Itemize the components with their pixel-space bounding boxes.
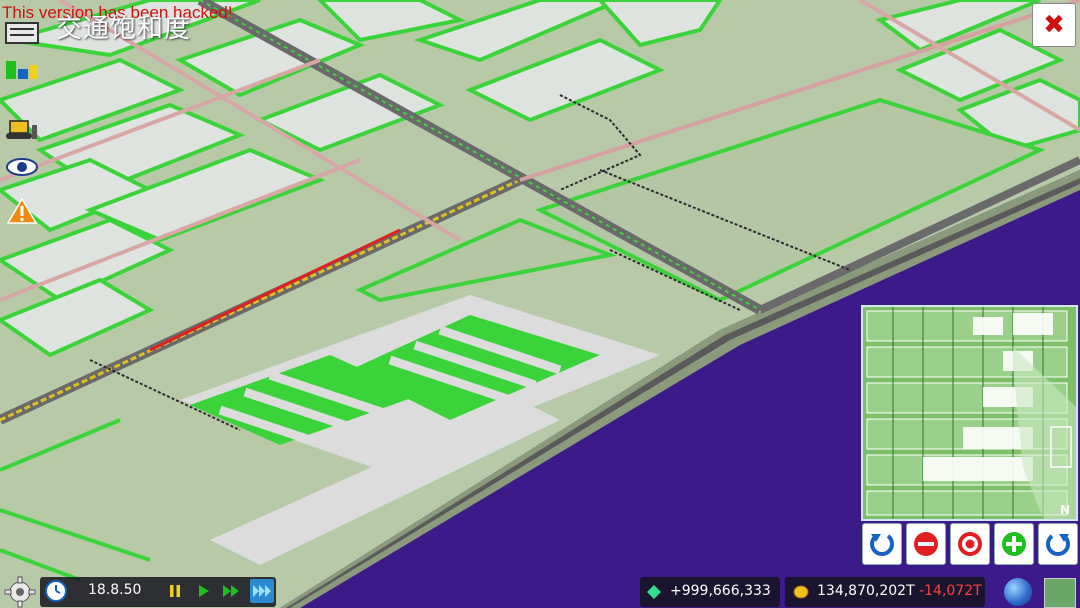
play-icon [199,585,209,597]
layers-icon [6,61,38,79]
cash-amount: 134,870,202T [817,583,915,599]
center-button[interactable] [950,523,990,565]
diamond-icon [647,585,661,599]
minimap[interactable]: N [861,305,1078,521]
pause-button[interactable] [166,582,184,600]
zoom-out-button[interactable] [906,523,946,565]
minimap-canvas [863,307,1076,519]
rotate-left-button[interactable] [862,523,902,565]
plus-icon [1002,532,1026,556]
eye-icon [6,158,38,176]
layers-button[interactable] [4,52,40,86]
bulldozer-button[interactable] [4,112,40,146]
rotate-left-icon [870,534,894,556]
minimap-controls [862,523,1078,565]
fast-forward-button[interactable] [222,582,240,600]
play-button[interactable] [194,582,212,600]
close-icon: ✖ [1043,10,1065,40]
menu-button[interactable] [4,16,40,50]
time-panel [40,577,276,607]
coin-icon [793,585,809,599]
cash-change: -14,072T [919,583,982,599]
warning-button[interactable] [4,194,40,228]
fastest-button[interactable] [250,579,274,603]
bottom-bar: 18.8.50 +999,666,333 134,870,202T -14,07… [0,576,1080,608]
rotate-right-icon [1046,534,1070,556]
close-button[interactable]: ✖ [1032,3,1076,47]
fast-forward-icon [223,585,239,597]
pause-icon [170,585,180,597]
map-icon[interactable] [1044,578,1076,608]
rotate-right-button[interactable] [1038,523,1078,565]
warning-icon [7,197,37,224]
fastest-icon [253,585,271,597]
minus-icon [914,532,938,556]
zoom-in-button[interactable] [994,523,1034,565]
overlay-title: 交通饱和度 [56,14,192,44]
view-button[interactable] [4,150,40,184]
clock-icon[interactable] [45,580,67,602]
game-time: 18.8.50 [88,582,142,598]
target-icon [958,532,982,556]
diamond-count: +999,666,333 [670,583,771,599]
compass-label: N [1059,503,1070,517]
diamond-panel: +999,666,333 [640,577,780,607]
globe-icon[interactable] [1004,578,1032,606]
gear-icon[interactable] [4,576,36,608]
bulldozer-icon [6,120,37,139]
menu-icon [5,22,39,44]
cash-panel: 134,870,202T -14,072T [785,577,985,607]
